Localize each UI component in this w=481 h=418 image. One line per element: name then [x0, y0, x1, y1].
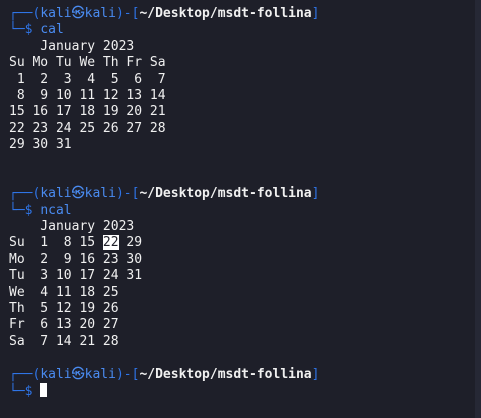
prompt-host: kali [84, 186, 116, 202]
command-text: ncal [40, 202, 72, 218]
prompt-line-1: ┌──(kali㉿kali)-[~/Desktop/msdt-follina] [9, 6, 481, 22]
prompt-host: kali [84, 366, 116, 382]
cal-output-line: 15 16 17 18 19 20 21 [9, 104, 166, 120]
prompt-at-symbol: ㉿ [71, 186, 85, 202]
cal-output-line: 29 30 31 [9, 137, 72, 153]
ncal-output-line: January 2023 [9, 219, 135, 235]
prompt-dollar: $ [24, 383, 33, 399]
prompt-frame: └─ [9, 383, 25, 399]
ncal-output-line: We 4 11 18 25 [9, 284, 119, 300]
prompt-frame: ] [311, 186, 320, 202]
prompt-frame: )-[ [115, 366, 140, 382]
command-line-2: └─$ ncal [9, 203, 481, 219]
prompt-user: kali [40, 186, 72, 202]
text-cursor[interactable] [40, 382, 48, 397]
ncal-output-line: Th 5 12 19 26 [9, 301, 119, 317]
ncal-row-prefix: Su 1 8 15 [9, 235, 103, 251]
command-input-line[interactable]: └─$ [9, 382, 481, 399]
prompt-at-symbol: ㉿ [71, 366, 85, 382]
prompt-path: ~/Desktop/msdt-follina [139, 186, 312, 202]
prompt-line-3: ┌──(kali㉿kali)-[~/Desktop/msdt-follina] [9, 367, 481, 383]
prompt-path: ~/Desktop/msdt-follina [139, 366, 312, 382]
ncal-output-line-highlight: Su 1 8 15 22 29 [9, 235, 481, 251]
prompt-frame: )-[ [115, 186, 140, 202]
cal-output-line: 8 9 10 11 12 13 14 [9, 87, 166, 103]
prompt-frame: ┌──( [9, 186, 41, 202]
prompt-user: kali [40, 6, 72, 21]
prompt-frame: ┌──( [9, 366, 41, 382]
prompt-dollar: $ [24, 202, 33, 218]
prompt-user: kali [40, 366, 72, 382]
cal-output-line: Su Mo Tu We Th Fr Sa [9, 55, 166, 71]
ncal-output-line: Fr 6 13 20 27 [9, 317, 119, 333]
prompt-frame: └─ [9, 202, 25, 218]
today-highlight: 22 [102, 235, 119, 251]
ncal-output-line: Sa 7 14 21 28 [9, 333, 119, 349]
prompt-dollar: $ [24, 22, 33, 38]
ncal-output-line: Tu 3 10 17 24 31 [9, 268, 143, 284]
cal-output-line: 22 23 24 25 26 27 28 [9, 120, 166, 136]
cal-output-line: January 2023 [9, 38, 135, 54]
prompt-frame: ] [311, 6, 320, 21]
prompt-at-symbol: ㉿ [71, 6, 85, 21]
prompt-frame: )-[ [115, 6, 140, 21]
prompt-host: kali [84, 6, 116, 21]
prompt-frame: ] [311, 366, 320, 382]
ncal-row-suffix: 29 [118, 235, 143, 251]
prompt-frame: ┌──( [9, 6, 41, 21]
prompt-frame: └─ [9, 22, 25, 38]
command-text: cal [40, 22, 64, 38]
ncal-output-line: Mo 2 9 16 23 30 [9, 251, 143, 267]
prompt-line-2: ┌──(kali㉿kali)-[~/Desktop/msdt-follina] [9, 186, 481, 202]
terminal-window[interactable]: ┌──(kali㉿kali)-[~/Desktop/msdt-follina] … [0, 0, 481, 418]
cal-output-line: 1 2 3 4 5 6 7 [9, 71, 166, 87]
scrollbar[interactable] [475, 0, 481, 418]
command-line-1: └─$ cal [9, 22, 481, 38]
prompt-path: ~/Desktop/msdt-follina [139, 6, 312, 21]
